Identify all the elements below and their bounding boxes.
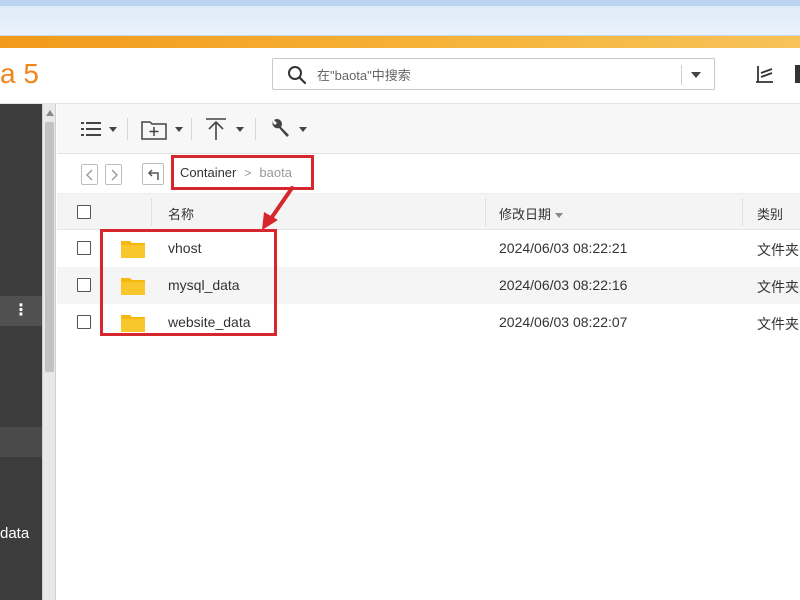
browser-top-bar — [0, 0, 800, 36]
column-header-name[interactable]: 名称 — [168, 204, 194, 223]
tools-button[interactable] — [269, 116, 307, 142]
row-checkbox[interactable] — [77, 278, 91, 292]
parent-folder-button[interactable] — [142, 163, 164, 185]
file-type: 文件夹 — [757, 279, 799, 295]
app-header: a 5 — [0, 48, 800, 104]
navigation-bar: Container > baota — [57, 154, 800, 194]
view-mode-button[interactable] — [81, 116, 117, 142]
row-checkbox[interactable] — [77, 315, 91, 329]
folder-icon — [121, 278, 145, 295]
stack-icon[interactable] — [752, 62, 776, 86]
sidebar-selected-item[interactable] — [0, 427, 42, 457]
return-icon — [147, 169, 159, 180]
breadcrumb-separator: > — [244, 165, 252, 180]
annotation-arrow-icon — [262, 186, 294, 230]
table-header: 名称 修改日期 类别 — [57, 194, 800, 230]
file-type: 文件夹 — [757, 242, 799, 258]
sort-desc-icon — [555, 213, 564, 219]
accent-strip — [0, 36, 800, 48]
column-header-modified-label: 修改日期 — [499, 207, 552, 222]
select-all-checkbox[interactable] — [77, 205, 91, 219]
column-header-modified[interactable]: 修改日期 — [499, 204, 564, 223]
table-row[interactable]: website_data 2024/06/03 08:22:07 文件夹 — [57, 304, 800, 341]
toolbar-divider — [191, 118, 192, 140]
chevron-right-icon — [111, 169, 118, 180]
file-name[interactable]: vhost — [168, 240, 201, 256]
chevron-left-icon — [85, 169, 92, 180]
column-divider — [742, 198, 743, 226]
chevron-down-icon — [109, 126, 117, 132]
sidebar: ⋮ data — [0, 104, 42, 600]
app-logo: a 5 — [0, 58, 39, 89]
toolbar — [57, 104, 800, 154]
table-row[interactable]: mysql_data 2024/06/03 08:22:16 文件夹 — [57, 267, 800, 304]
file-type: 文件夹 — [757, 316, 799, 332]
scrollbar-thumb[interactable] — [45, 122, 54, 372]
row-checkbox[interactable] — [77, 241, 91, 255]
file-modified: 2024/06/03 08:22:07 — [499, 314, 628, 330]
sidebar-scrollbar[interactable] — [42, 104, 56, 600]
column-divider — [485, 198, 486, 226]
file-name[interactable]: mysql_data — [168, 277, 240, 293]
file-modified: 2024/06/03 08:22:21 — [499, 240, 628, 256]
forward-button[interactable] — [105, 164, 122, 185]
search-box[interactable] — [272, 58, 800, 90]
column-divider — [151, 198, 152, 226]
folder-icon — [121, 315, 145, 332]
upload-button[interactable] — [204, 116, 244, 142]
chevron-down-icon — [299, 126, 307, 132]
breadcrumb-item-current: baota — [259, 165, 292, 180]
toolbar-divider — [255, 118, 256, 140]
more-menu-icon[interactable]: ⋮ — [0, 296, 42, 326]
wrench-icon — [272, 119, 289, 137]
search-divider — [681, 65, 682, 85]
sidebar-item-label[interactable]: data — [0, 525, 29, 542]
search-input[interactable] — [317, 65, 800, 85]
folder-icon — [121, 241, 145, 258]
chevron-down-icon — [236, 126, 244, 132]
back-button[interactable] — [81, 164, 98, 185]
chevron-down-icon[interactable] — [691, 72, 701, 78]
file-modified: 2024/06/03 08:22:16 — [499, 277, 628, 293]
create-folder-button[interactable] — [141, 116, 183, 142]
breadcrumb: Container > baota — [180, 165, 292, 180]
list-view-icon — [81, 122, 101, 136]
column-header-type[interactable]: 类别 — [757, 204, 783, 223]
toolbar-divider — [127, 118, 128, 140]
scroll-up-icon[interactable] — [46, 110, 54, 116]
file-name[interactable]: website_data — [168, 314, 251, 330]
upload-icon — [206, 118, 226, 140]
table-row[interactable]: vhost 2024/06/03 08:22:21 文件夹 — [57, 230, 800, 267]
new-folder-icon — [141, 121, 167, 140]
chevron-down-icon — [175, 126, 183, 132]
breadcrumb-item-container[interactable]: Container — [180, 165, 236, 180]
window-icon[interactable] — [795, 65, 800, 83]
search-icon[interactable] — [287, 65, 307, 85]
